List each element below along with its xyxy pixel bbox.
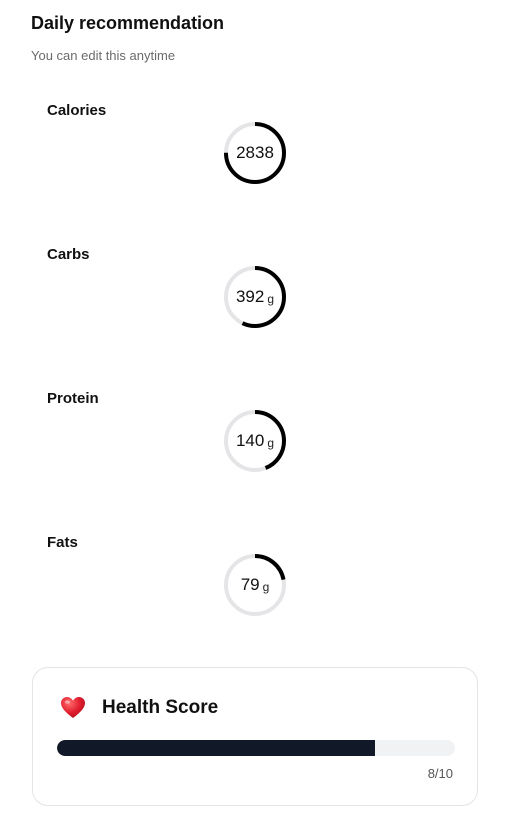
ring-value: 79 g — [222, 552, 288, 618]
fats-progress-ring: 79 g — [222, 552, 288, 618]
calories-progress-ring: 2838 — [222, 120, 288, 186]
carbs-progress-ring: 392 g — [222, 264, 288, 330]
page-subtitle: You can edit this anytime — [31, 48, 176, 63]
health-score-bar-track — [57, 740, 455, 756]
macro-unit: g — [267, 291, 275, 306]
macro-carbs[interactable]: Carbs 392 g — [0, 246, 514, 376]
macro-label: Calories — [47, 102, 107, 119]
protein-progress-ring: 140 g — [222, 408, 288, 474]
macro-label: Fats — [47, 534, 78, 551]
macro-label: Protein — [47, 390, 99, 407]
macro-unit: g — [262, 579, 270, 594]
macro-value: 79 — [240, 575, 260, 594]
ring-value: 392 g — [222, 264, 288, 330]
health-score-bar-fill — [57, 740, 376, 756]
health-score-card[interactable]: Health Score 8/10 — [32, 667, 478, 806]
ring-value: 2838 — [222, 120, 288, 186]
macro-value: 140 — [235, 431, 265, 450]
macro-calories[interactable]: Calories 2838 — [0, 102, 514, 232]
heart-icon — [61, 697, 85, 718]
macro-value: 392 — [235, 287, 265, 306]
macro-label: Carbs — [47, 246, 90, 263]
health-score-value: 8/10 — [427, 766, 453, 781]
macro-unit: g — [267, 435, 275, 450]
health-score-title: Health Score — [102, 697, 219, 718]
macro-value: 2838 — [236, 143, 274, 162]
ring-value: 140 g — [222, 408, 288, 474]
macro-fats[interactable]: Fats 79 g — [0, 534, 514, 664]
macro-protein[interactable]: Protein 140 g — [0, 390, 514, 520]
page-title: Daily recommendation — [31, 13, 225, 33]
